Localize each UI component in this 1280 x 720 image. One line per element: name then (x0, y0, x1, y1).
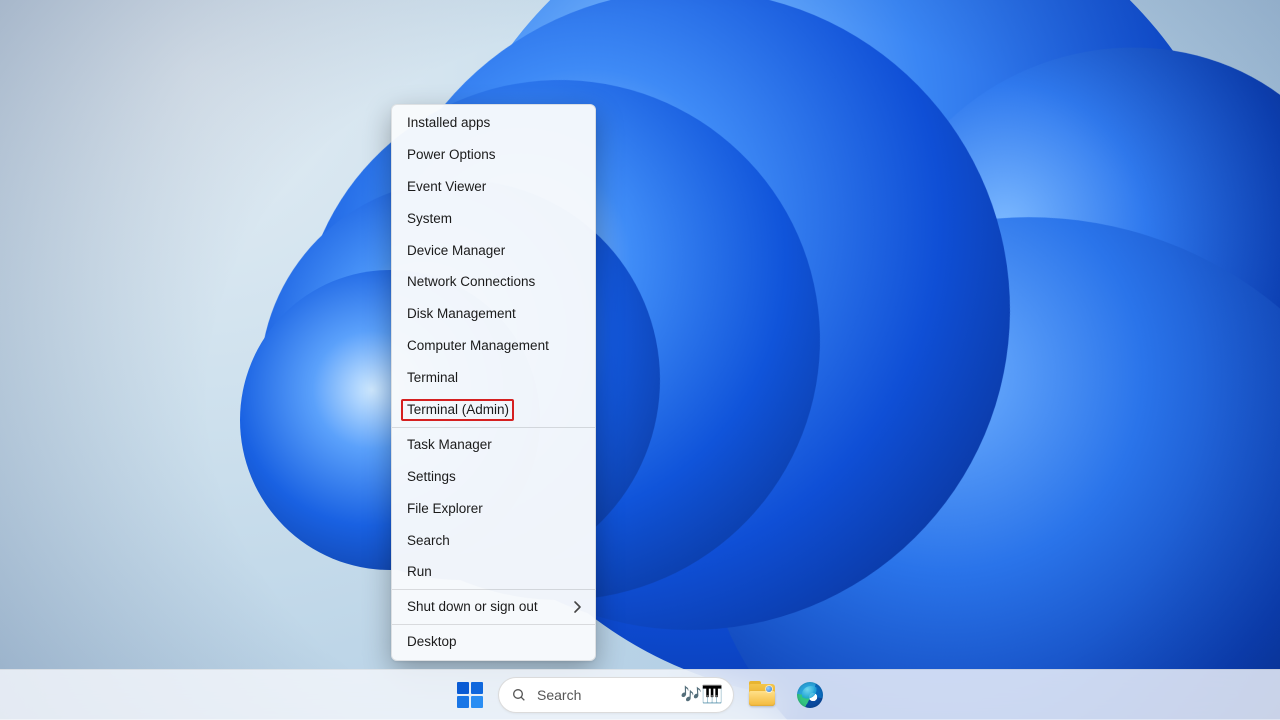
edge-icon (797, 682, 823, 708)
menu-item-label: Computer Management (407, 338, 549, 353)
menu-item-device-manager[interactable]: Device Manager (392, 235, 595, 267)
menu-item-desktop[interactable]: Desktop (392, 626, 595, 658)
menu-item-label: Settings (407, 469, 456, 484)
windows-logo-icon (457, 682, 483, 708)
menu-item-label: Event Viewer (407, 179, 486, 194)
desktop-wallpaper (0, 0, 1280, 720)
menu-item-settings[interactable]: Settings (392, 461, 595, 493)
menu-item-label: File Explorer (407, 501, 483, 516)
menu-separator (392, 589, 595, 590)
start-button[interactable] (450, 675, 490, 715)
menu-item-run[interactable]: Run (392, 556, 595, 588)
menu-item-terminal-admin[interactable]: Terminal (Admin) (392, 394, 595, 426)
taskbar-search[interactable]: Search 🎶🎹 (498, 677, 734, 713)
menu-item-label: Terminal (407, 370, 458, 385)
menu-item-label: Task Manager (407, 437, 492, 452)
folder-icon (749, 684, 775, 706)
menu-item-search[interactable]: Search (392, 525, 595, 557)
menu-item-label: Disk Management (407, 306, 516, 321)
menu-item-power-options[interactable]: Power Options (392, 139, 595, 171)
menu-item-label: Installed apps (407, 115, 490, 130)
menu-item-system[interactable]: System (392, 203, 595, 235)
winx-context-menu: Installed apps Power Options Event Viewer S… (391, 104, 596, 661)
menu-item-label: System (407, 211, 452, 226)
menu-item-shut-down-or-sign-out[interactable]: Shut down or sign out (392, 591, 595, 623)
menu-item-network-connections[interactable]: Network Connections (392, 266, 595, 298)
menu-item-disk-management[interactable]: Disk Management (392, 298, 595, 330)
taskbar-file-explorer[interactable] (742, 675, 782, 715)
menu-item-label: Search (407, 533, 450, 548)
menu-item-label: Run (407, 564, 432, 579)
menu-item-label: Network Connections (407, 274, 535, 289)
menu-item-terminal[interactable]: Terminal (392, 362, 595, 394)
search-placeholder: Search (537, 687, 671, 703)
menu-item-label: Device Manager (407, 243, 505, 258)
menu-item-installed-apps[interactable]: Installed apps (392, 107, 595, 139)
taskbar: Search 🎶🎹 (0, 669, 1280, 720)
search-icon (511, 687, 527, 703)
chevron-right-icon (573, 600, 583, 614)
menu-item-file-explorer[interactable]: File Explorer (392, 493, 595, 525)
menu-item-event-viewer[interactable]: Event Viewer (392, 171, 595, 203)
menu-item-label: Shut down or sign out (407, 599, 538, 614)
menu-item-computer-management[interactable]: Computer Management (392, 330, 595, 362)
menu-item-label: Terminal (Admin) (407, 402, 509, 417)
menu-item-task-manager[interactable]: Task Manager (392, 429, 595, 461)
search-highlight-icon: 🎶🎹 (681, 685, 723, 705)
menu-item-label: Desktop (407, 634, 457, 649)
taskbar-edge[interactable] (790, 675, 830, 715)
menu-item-label: Power Options (407, 147, 496, 162)
menu-separator (392, 624, 595, 625)
menu-separator (392, 427, 595, 428)
